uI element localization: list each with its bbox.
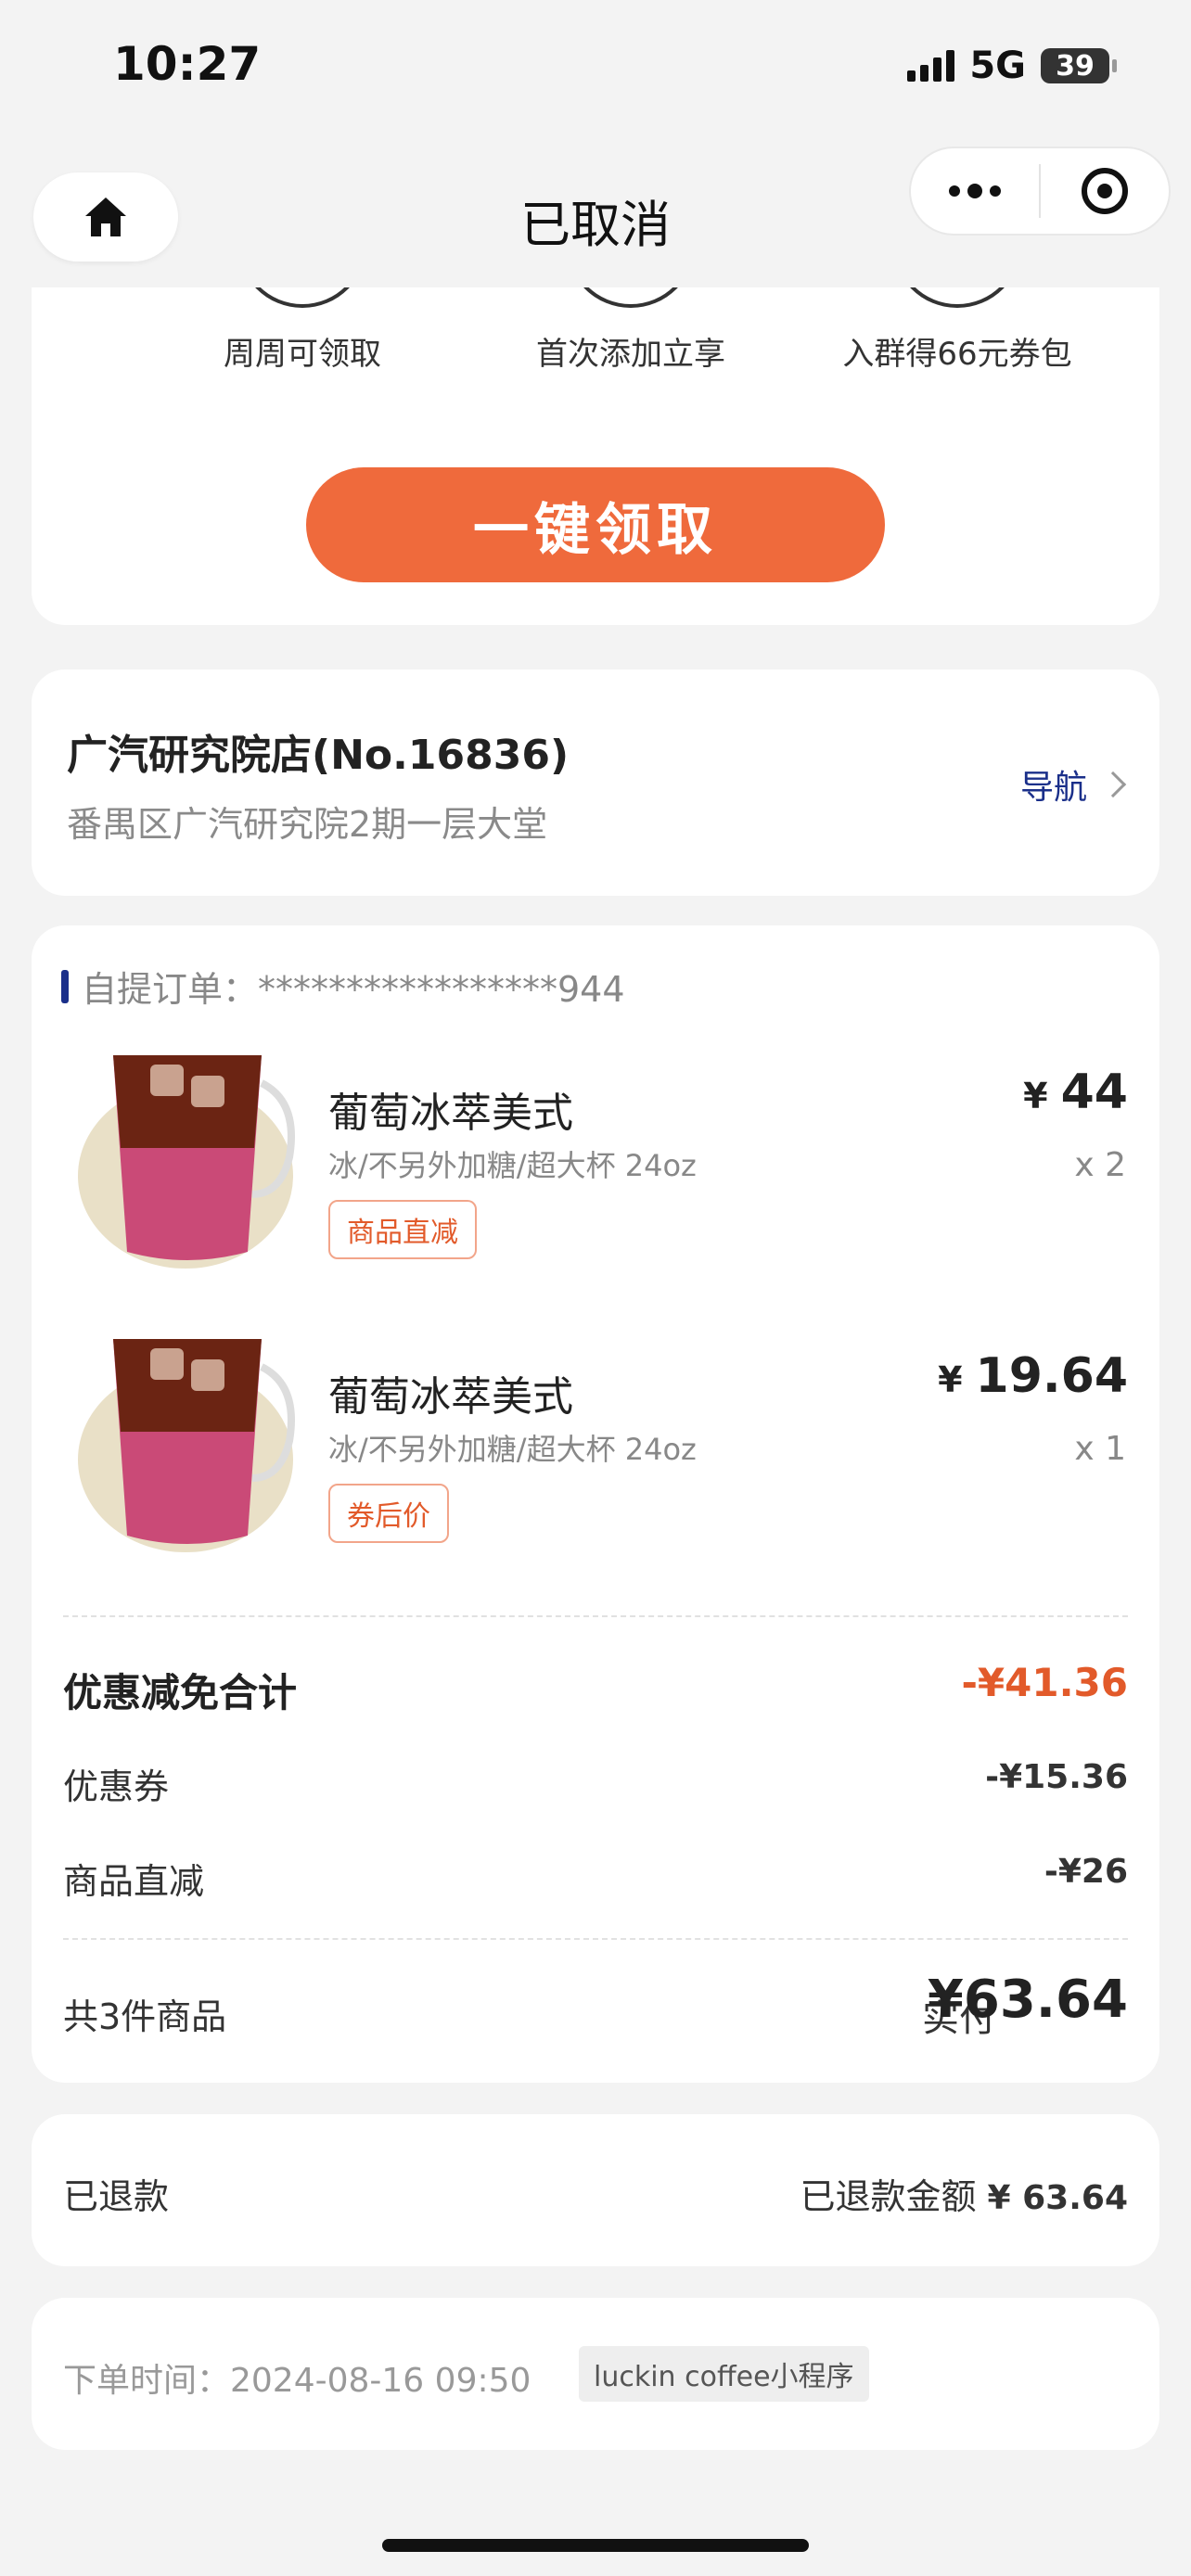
direct-discount-value: -¥26 [1044,1853,1128,1891]
store-name: 广汽研究院店(No.16836) [67,732,570,779]
refund-status: 已退款 [63,2176,170,2217]
promo-card: 周周可领取 首次添加立享 入群得66元券包 一键领取 [32,241,1159,625]
item-spec: 冰/不另外加糖/超大杯 24oz [328,1148,697,1183]
status-icons: 5G 39 [907,45,1117,87]
chevron-right-icon [1099,771,1127,798]
store-card: 广汽研究院店(No.16836) 番禺区广汽研究院2期一层大堂 导航 [32,670,1159,896]
target-icon [1082,168,1128,214]
paid-amount: ¥63.64 [927,1970,1128,2030]
navigate-button[interactable]: 导航 [1019,760,1127,809]
item-name: 葡萄冰萃美式 [328,1373,573,1421]
price-value: 44 [1060,1065,1128,1120]
order-number: 自提订单：*****************944 [82,969,625,1010]
home-indicator[interactable] [382,2539,809,2552]
drink-image [78,1055,295,1269]
status-time: 10:27 [113,37,262,91]
refund-amount-value: ¥ 63.64 [987,2179,1128,2217]
more-button[interactable] [911,148,1039,234]
coupon-label: 优惠券 [63,1766,170,1807]
accent-bar [61,969,69,1003]
navigate-label: 导航 [1019,769,1087,807]
promo-label: 首次添加立享 [536,336,725,373]
source-badge: luckin coffee小程序 [579,2346,869,2402]
store-address: 番禺区广汽研究院2期一层大堂 [67,804,548,845]
signal-icon [907,50,955,82]
order-item: 葡萄冰萃美式 冰/不另外加糖/超大杯 24oz 商品直减 ¥44 x 2 [32,1037,1159,1287]
item-spec: 冰/不另外加糖/超大杯 24oz [328,1432,697,1467]
discount-total-label: 优惠减免合计 [63,1670,298,1715]
price-value: 19.64 [975,1348,1128,1404]
promo-label: 入群得66元券包 [842,336,1072,373]
refund-amount-label: 已退款金额 [800,2176,977,2217]
order-card: 自提订单：*****************944 葡萄冰萃美式 冰/不另外加糖… [32,925,1159,2083]
discount-total-value: -¥41.36 [961,1660,1128,1705]
item-price: ¥19.64 [938,1348,1128,1404]
claim-all-button[interactable]: 一键领取 [306,467,885,582]
order-time: 下单时间：2024-08-16 09:50 [63,2362,531,2400]
direct-discount-label: 商品直减 [63,1861,205,1902]
mini-program-capsule [909,147,1171,236]
order-item: 葡萄冰萃美式 冰/不另外加糖/超大杯 24oz 券后价 ¥19.64 x 1 [32,1320,1159,1571]
battery-icon: 39 [1041,48,1117,83]
item-quantity: x 2 [1074,1146,1126,1184]
promo-label: 周周可领取 [224,336,381,373]
order-header: 自提订单：*****************944 [61,961,625,1012]
item-count: 共3件商品 [63,1996,227,2037]
refund-card: 已退款 已退款金额 ¥ 63.64 [32,2114,1159,2266]
more-icon [949,184,1001,198]
network-type: 5G [969,45,1026,87]
close-mini-program-button[interactable] [1041,148,1169,234]
item-tag: 商品直减 [328,1200,477,1259]
refund-amount: 已退款金额 ¥ 63.64 [800,2168,1128,2219]
currency-symbol: ¥ [938,1359,963,1400]
divider [63,1938,1128,1940]
coupon-value: -¥15.36 [985,1758,1128,1796]
divider [63,1615,1128,1617]
item-quantity: x 1 [1074,1430,1126,1468]
item-price: ¥44 [1023,1065,1128,1120]
battery-level: 39 [1056,49,1095,83]
item-name: 葡萄冰萃美式 [328,1090,573,1137]
order-info-card: 下单时间：2024-08-16 09:50 luckin coffee小程序 [32,2298,1159,2450]
navigation-bar: 已取消 [0,139,1191,287]
drink-image [78,1339,295,1552]
status-bar: 10:27 5G 39 [0,0,1191,139]
item-tag: 券后价 [328,1484,449,1543]
currency-symbol: ¥ [1023,1076,1048,1116]
